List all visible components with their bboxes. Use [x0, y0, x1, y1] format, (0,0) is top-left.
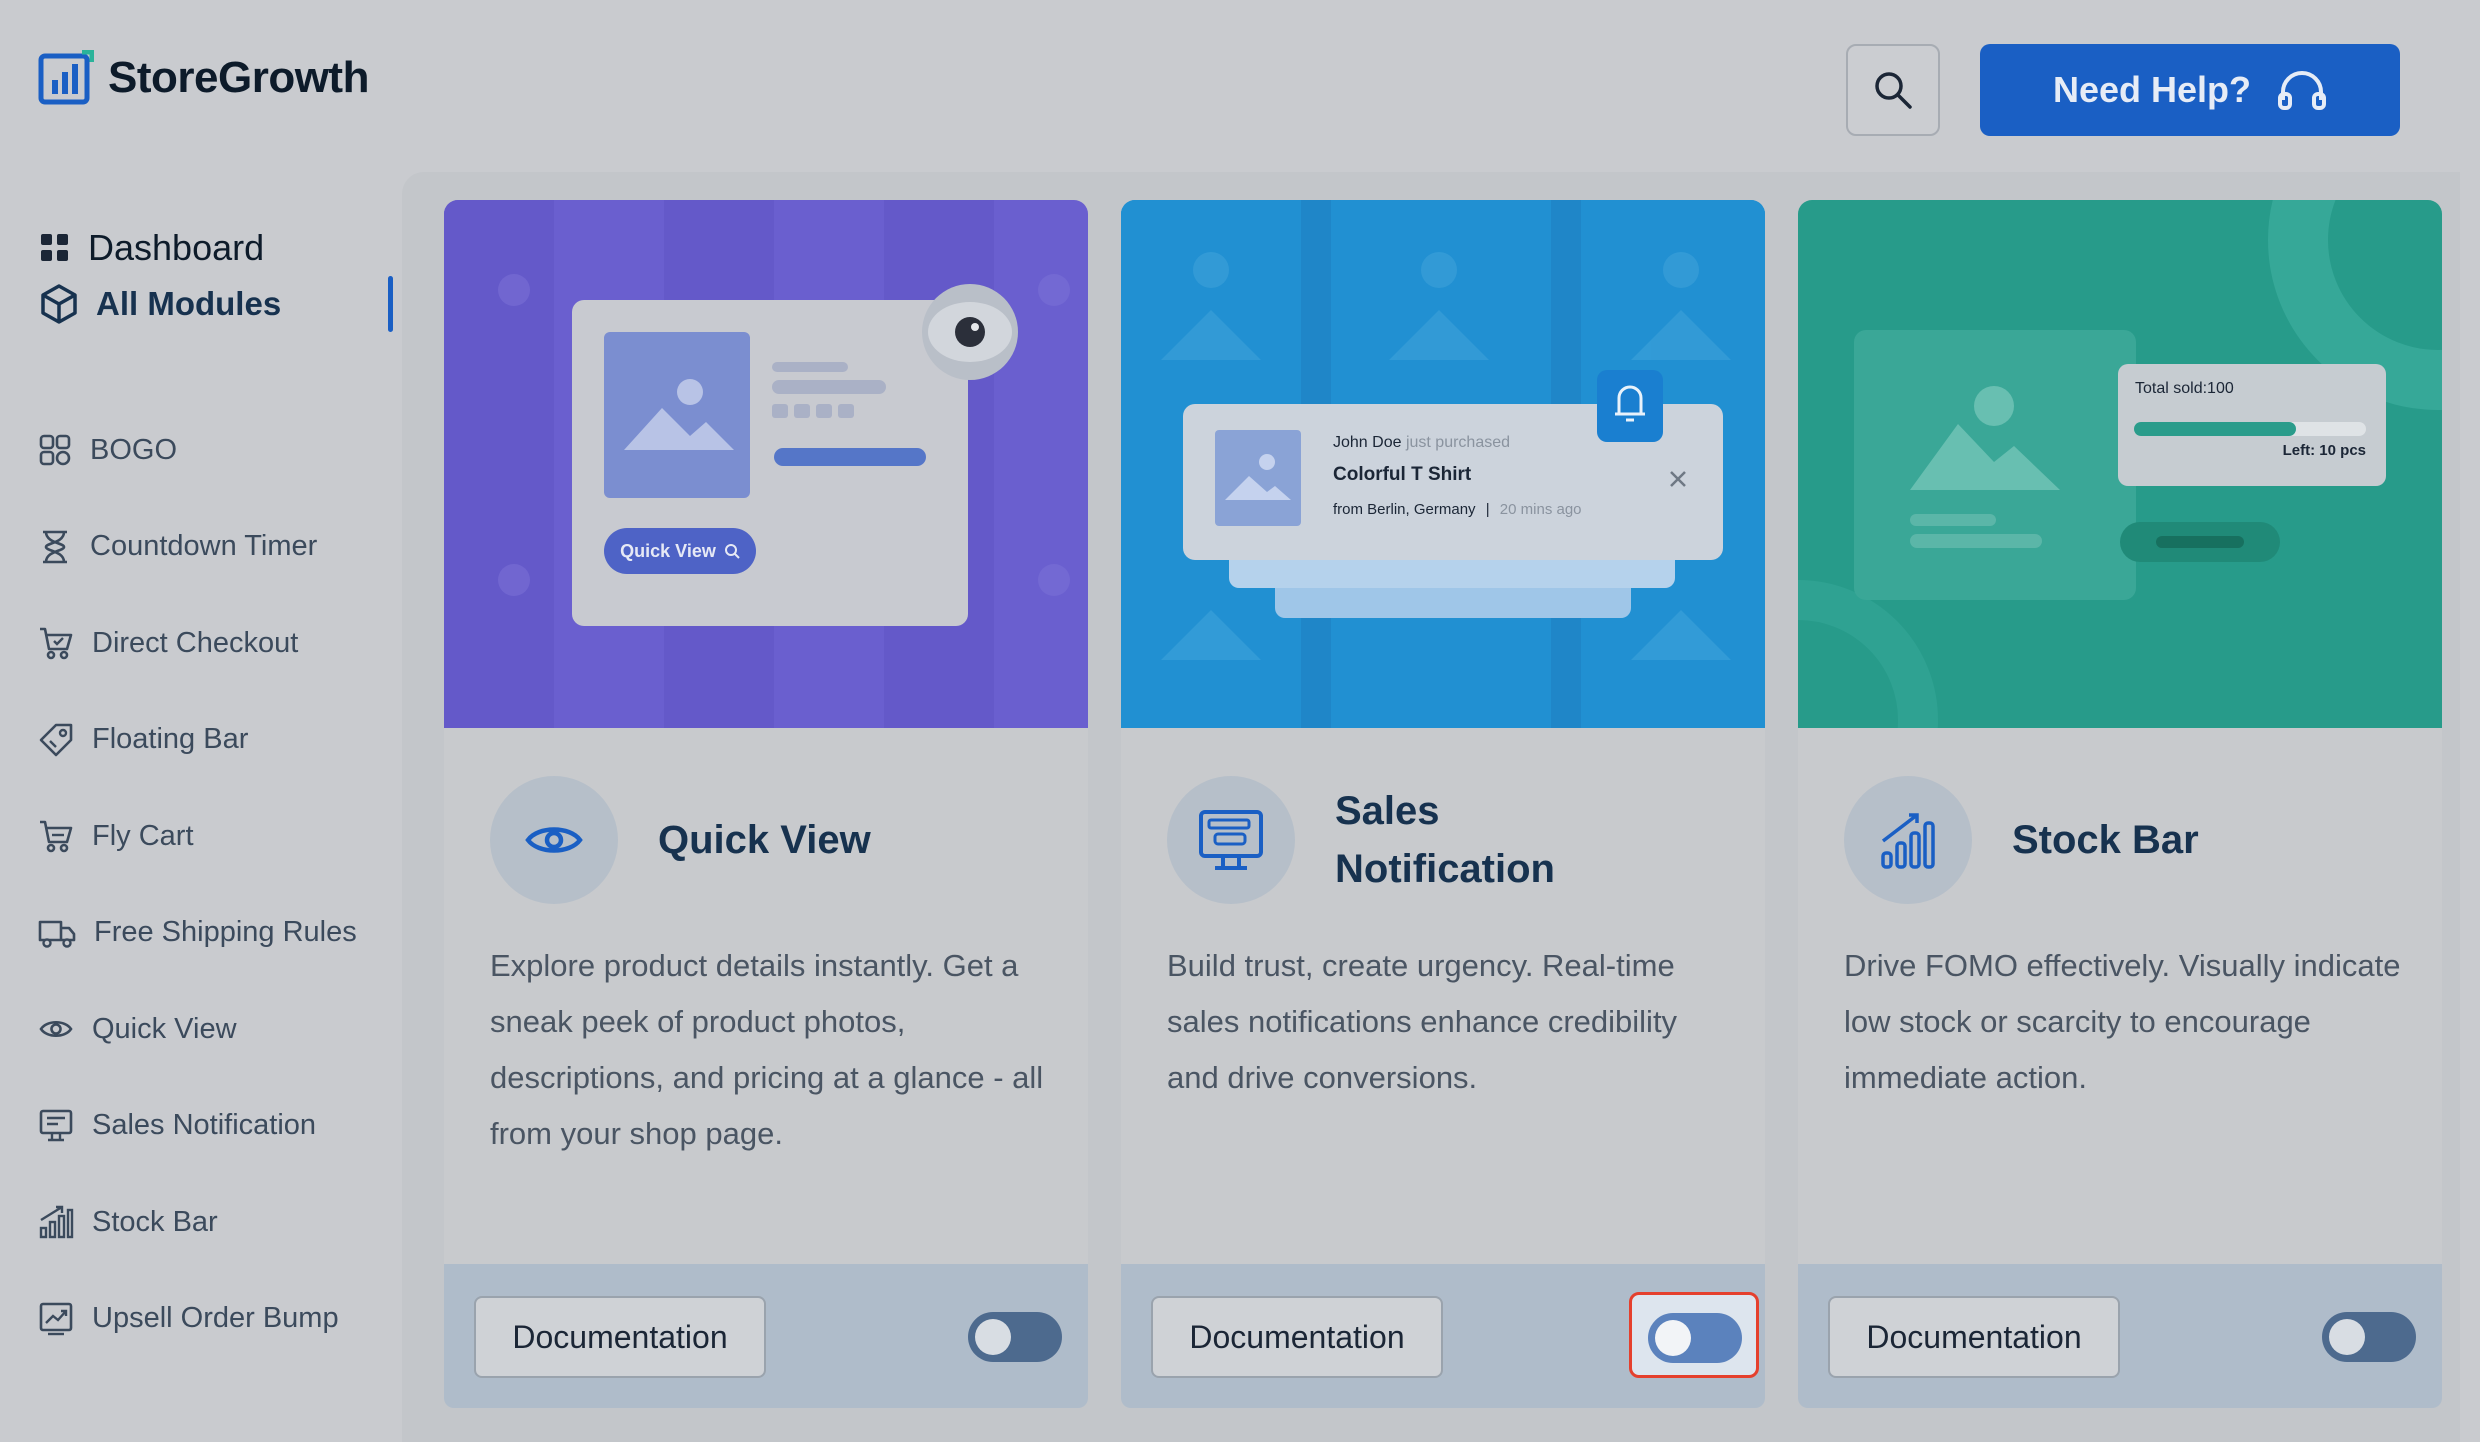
brand-logo[interactable]: StoreGrowth	[38, 50, 369, 106]
sales-popup-time: 20 mins ago	[1499, 501, 1582, 518]
eye-icon	[525, 827, 583, 853]
sidebar-item-label: Sales Notification	[92, 1109, 317, 1142]
sidebar-item-label: Countdown Timer	[90, 530, 318, 563]
sales-notification-banner: John Doe just purchased Colorful T Shirt…	[1121, 200, 1765, 728]
sales-notification-toggle-focus	[1629, 1292, 1759, 1378]
hourglass-icon	[43, 530, 67, 564]
quick-view-title: Quick View	[658, 818, 871, 862]
stock-bar-module-icon	[1844, 776, 1972, 904]
sales-notification-title: Sales Notification	[1335, 782, 1555, 898]
cart-icon	[40, 627, 73, 660]
notification-icon	[39, 1109, 73, 1141]
toggle-knob	[2329, 1319, 2365, 1355]
module-card-quick-view: Quick View Quick View Explore product de…	[444, 200, 1088, 1408]
quick-view-banner-button: Quick View	[604, 528, 756, 574]
sales-notification-body: Sales Notification Build trust, create u…	[1121, 728, 1765, 1264]
sidebar-item-free-shipping-rules[interactable]: Free Shipping Rules	[0, 885, 400, 982]
trend-icon	[39, 1302, 73, 1335]
toggle-knob	[975, 1319, 1011, 1355]
sales-notification-title-line1: Sales	[1335, 789, 1440, 833]
sales-notification-toggle[interactable]	[1648, 1313, 1742, 1363]
stock-progress-fill	[2134, 422, 2296, 436]
quick-view-footer: Documentation	[444, 1264, 1088, 1408]
sales-notification-footer: Documentation	[1121, 1264, 1765, 1408]
sidebar-item-label: Free Shipping Rules	[94, 916, 357, 949]
nav-all-modules-label: All Modules	[96, 285, 282, 322]
quick-view-description: Explore product details instantly. Get a…	[490, 948, 1044, 1151]
stock-bar-illustration	[1798, 200, 2442, 728]
sidebar-item-label: Stock Bar	[92, 1205, 218, 1238]
sidebar-item-floating-bar[interactable]: Floating Bar	[0, 692, 400, 789]
module-card-stock-bar: Total sold:100 Left: 10 pcs Stock Bar Dr…	[1798, 200, 2442, 1408]
sales-popup-separator: |	[1485, 501, 1490, 518]
stock-bar-documentation-button[interactable]: Documentation	[1828, 1296, 2120, 1378]
need-help-label: Need Help?	[2052, 69, 2252, 110]
toggle-knob	[1655, 1320, 1691, 1356]
sales-popup-name: John Doe	[1333, 434, 1402, 451]
sidebar-item-label: BOGO	[90, 433, 178, 466]
sidebar-item-label: Upsell Order Bump	[92, 1302, 339, 1335]
stock-bar-toggle[interactable]	[2322, 1312, 2416, 1362]
quick-view-banner: Quick View	[444, 200, 1088, 728]
sales-popup-action: just purchased	[1405, 434, 1511, 451]
tag-icon	[39, 723, 73, 757]
stock-left-label: Left: 10 pcs	[2282, 442, 2366, 459]
fly-cart-icon	[40, 820, 73, 853]
nav-all-modules[interactable]: All Modules	[0, 276, 400, 332]
sales-popup-text: John Doe just purchased Colorful T Shirt…	[1333, 428, 1633, 528]
bar-chart-icon	[1881, 813, 1935, 869]
sidebar-item-label: Direct Checkout	[92, 626, 299, 659]
truck-icon	[38, 920, 76, 948]
notification-icon	[1199, 810, 1263, 870]
sidebar-item-sales-notification[interactable]: Sales Notification	[0, 1078, 400, 1175]
quick-view-toggle[interactable]	[968, 1312, 1062, 1362]
cube-icon	[41, 284, 77, 324]
sidebar-item-bogo[interactable]: BOGO	[0, 402, 400, 499]
quick-view-body: Quick View Explore product details insta…	[444, 728, 1088, 1264]
sidebar-item-fly-cart[interactable]: Fly Cart	[0, 788, 400, 885]
sales-notification-documentation-button[interactable]: Documentation	[1151, 1296, 1443, 1378]
sidebar-item-quick-view[interactable]: Quick View	[0, 981, 400, 1078]
quick-view-illustration	[444, 200, 1070, 728]
logo-icon	[38, 50, 94, 105]
sidebar-item-countdown-timer[interactable]: Countdown Timer	[0, 499, 400, 596]
brand-name: StoreGrowth	[108, 53, 369, 102]
sidebar-item-stock-bar[interactable]: Stock Bar	[0, 1174, 400, 1271]
bar-chart-icon	[39, 1206, 74, 1239]
module-card-sales-notification: John Doe just purchased Colorful T Shirt…	[1121, 200, 1765, 1408]
quick-view-module-icon	[490, 776, 618, 904]
sidebar-item-label: Fly Cart	[92, 819, 194, 852]
need-help-button[interactable]: Need Help?	[1980, 44, 2400, 136]
active-indicator	[388, 276, 393, 332]
stock-bar-title: Stock Bar	[2012, 818, 2199, 862]
quick-view-banner-button-label: Quick View	[620, 540, 716, 561]
search-icon	[724, 544, 740, 559]
stock-bar-banner: Total sold:100 Left: 10 pcs	[1798, 200, 2442, 728]
sales-popup-location: from Berlin, Germany	[1333, 501, 1476, 518]
sidebar-item-label: Quick View	[92, 1012, 237, 1045]
sales-notification-description: Build trust, create urgency. Real-time s…	[1167, 948, 1678, 1095]
search-button[interactable]	[1846, 44, 1940, 136]
quick-view-documentation-button[interactable]: Documentation	[474, 1296, 766, 1378]
headset-icon	[2278, 71, 2327, 110]
bogo-icon	[39, 434, 71, 466]
nav-dashboard-label: Dashboard	[88, 227, 265, 268]
stock-sold-label: Total sold:100	[2135, 380, 2234, 397]
sales-notification-module-icon	[1167, 776, 1295, 904]
sales-notification-title-line2: Notification	[1335, 847, 1555, 891]
sales-popup-product: Colorful T Shirt	[1333, 464, 1472, 485]
sidebar-item-upsell-order-bump[interactable]: Upsell Order Bump	[0, 1271, 400, 1368]
sidebar-item-direct-checkout[interactable]: Direct Checkout	[0, 595, 400, 692]
search-icon	[1875, 72, 1912, 109]
dashboard-icon	[41, 234, 68, 261]
sidebar-item-label: Floating Bar	[92, 723, 249, 756]
stock-bar-body: Stock Bar Drive FOMO effectively. Visual…	[1798, 728, 2442, 1264]
nav-dashboard[interactable]: Dashboard	[0, 220, 400, 276]
sidebar: Dashboard All Modules BOGO Countdown Tim…	[0, 220, 400, 1367]
stock-bar-footer: Documentation	[1798, 1264, 2442, 1408]
stock-bar-description: Drive FOMO effectively. Visually indicat…	[1844, 948, 2401, 1095]
eye-icon	[39, 1021, 73, 1038]
